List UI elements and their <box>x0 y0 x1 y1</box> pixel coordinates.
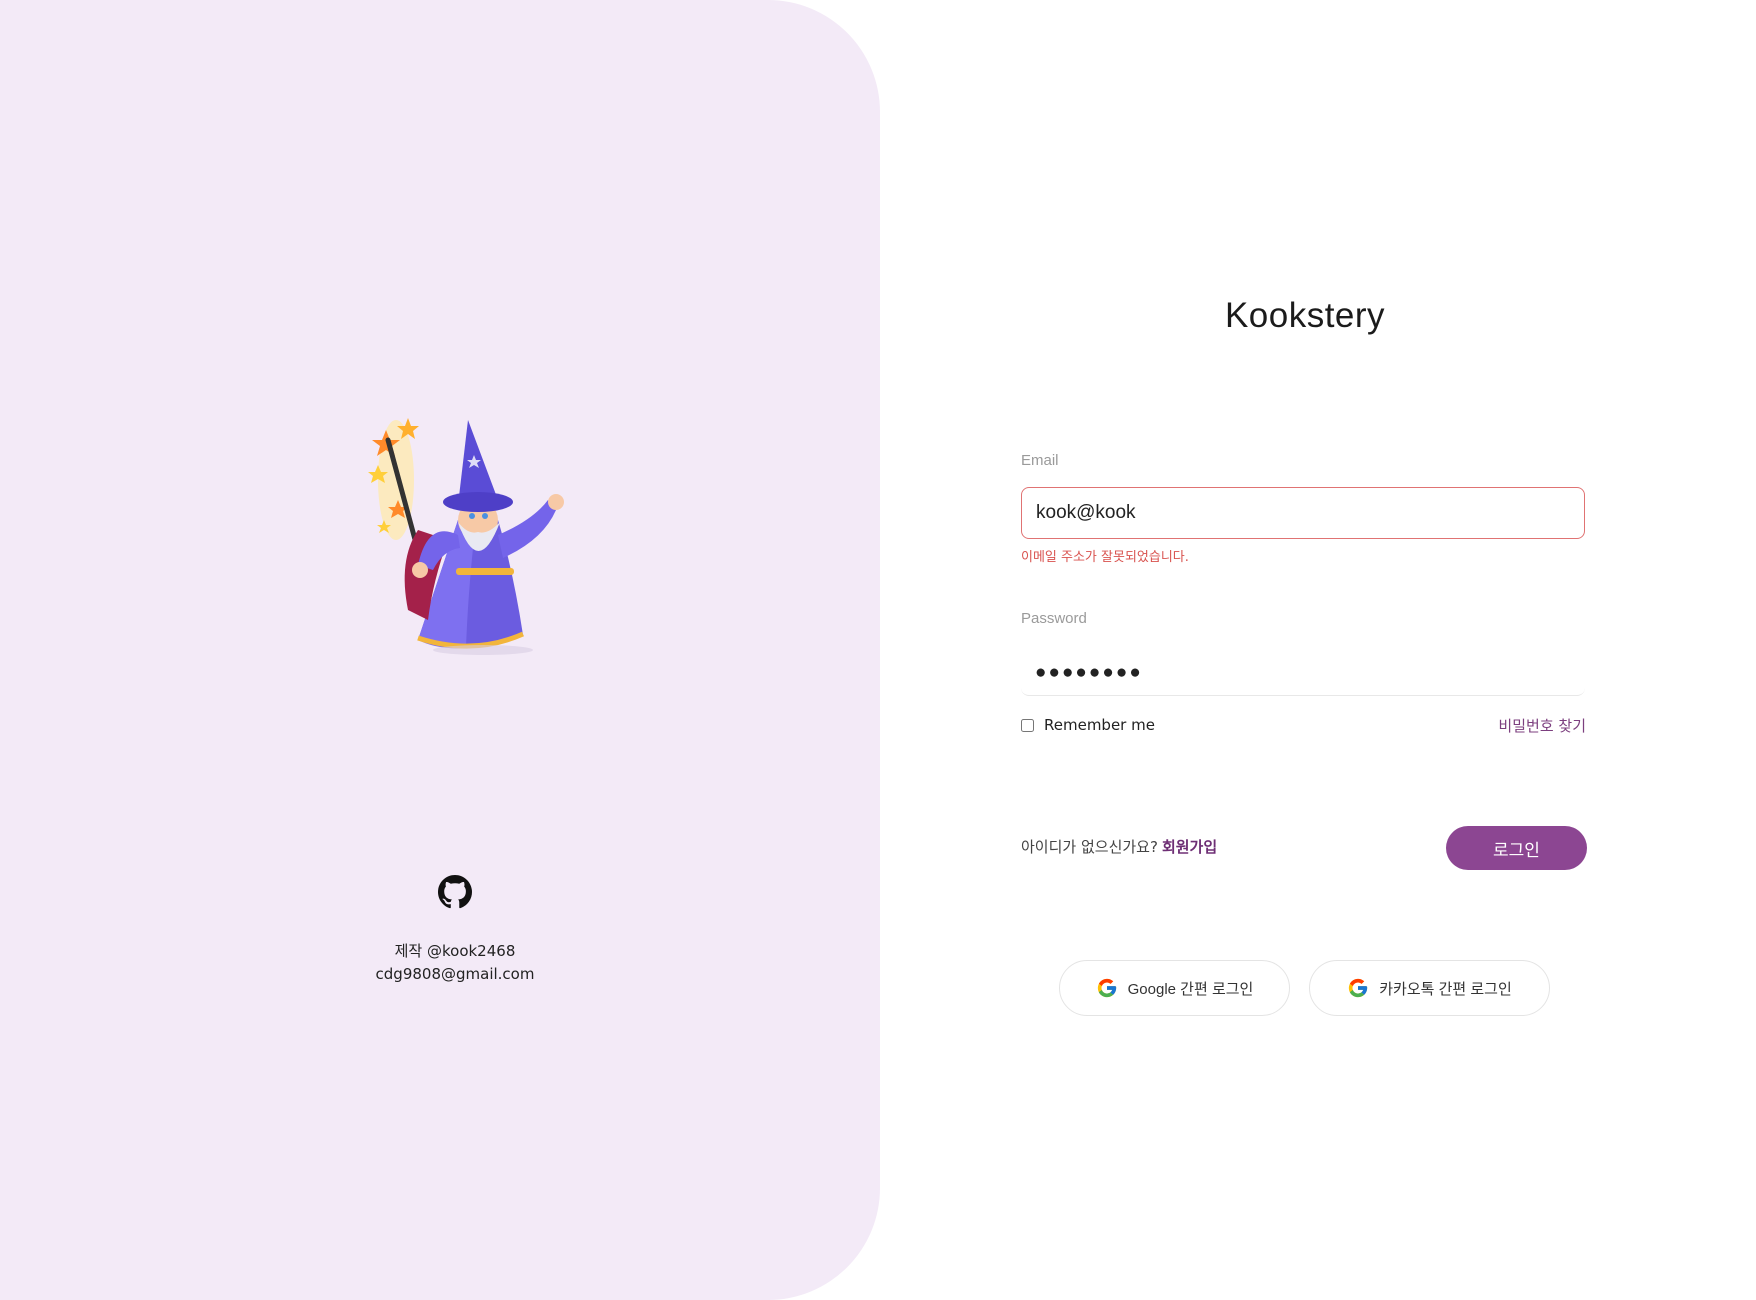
page-title: Kookstery <box>1224 296 1386 335</box>
email-field[interactable] <box>1021 487 1585 539</box>
remember-me-checkbox[interactable] <box>1021 718 1034 732</box>
signup-prompt: 아이디가 없으신가요? <box>1021 838 1158 856</box>
credit-author: 제작 @kook2468 <box>394 942 516 960</box>
find-password-link[interactable]: 비밀번호 찾기 <box>1498 715 1586 736</box>
login-page: 제작 @kook2468 cdg9808@gmail.com Kookstery… <box>0 0 1756 1300</box>
credit-block: 제작 @kook2468 cdg9808@gmail.com <box>330 940 580 986</box>
signup-link[interactable]: 회원가입 <box>1162 838 1217 856</box>
login-button[interactable]: 로그인 <box>1446 826 1587 870</box>
credit-email: cdg9808@gmail.com <box>375 965 535 983</box>
password-label: Password <box>1021 610 1087 627</box>
github-icon[interactable] <box>438 875 472 909</box>
remember-me-label: Remember me <box>1044 716 1155 734</box>
google-login-label: Google 간편 로그인 <box>1127 980 1254 998</box>
email-label: Email <box>1021 452 1059 469</box>
google-login-button[interactable]: Google 간편 로그인 <box>1059 960 1290 1016</box>
kakao-login-label: 카카오톡 간편 로그인 <box>1379 980 1512 998</box>
signup-row: 아이디가 없으신가요? 회원가입 <box>1021 836 1217 857</box>
left-panel: 제작 @kook2468 cdg9808@gmail.com <box>0 0 880 1300</box>
email-error-message: 이메일 주소가 잘못되었습니다. <box>1021 550 1189 565</box>
wizard-illustration <box>368 418 564 655</box>
kakao-login-button[interactable]: 카카오톡 간편 로그인 <box>1309 960 1550 1016</box>
password-field[interactable] <box>1021 650 1585 696</box>
remember-me[interactable]: Remember me <box>1021 716 1155 734</box>
google-g-icon <box>1349 978 1368 998</box>
google-g-icon <box>1097 978 1116 998</box>
